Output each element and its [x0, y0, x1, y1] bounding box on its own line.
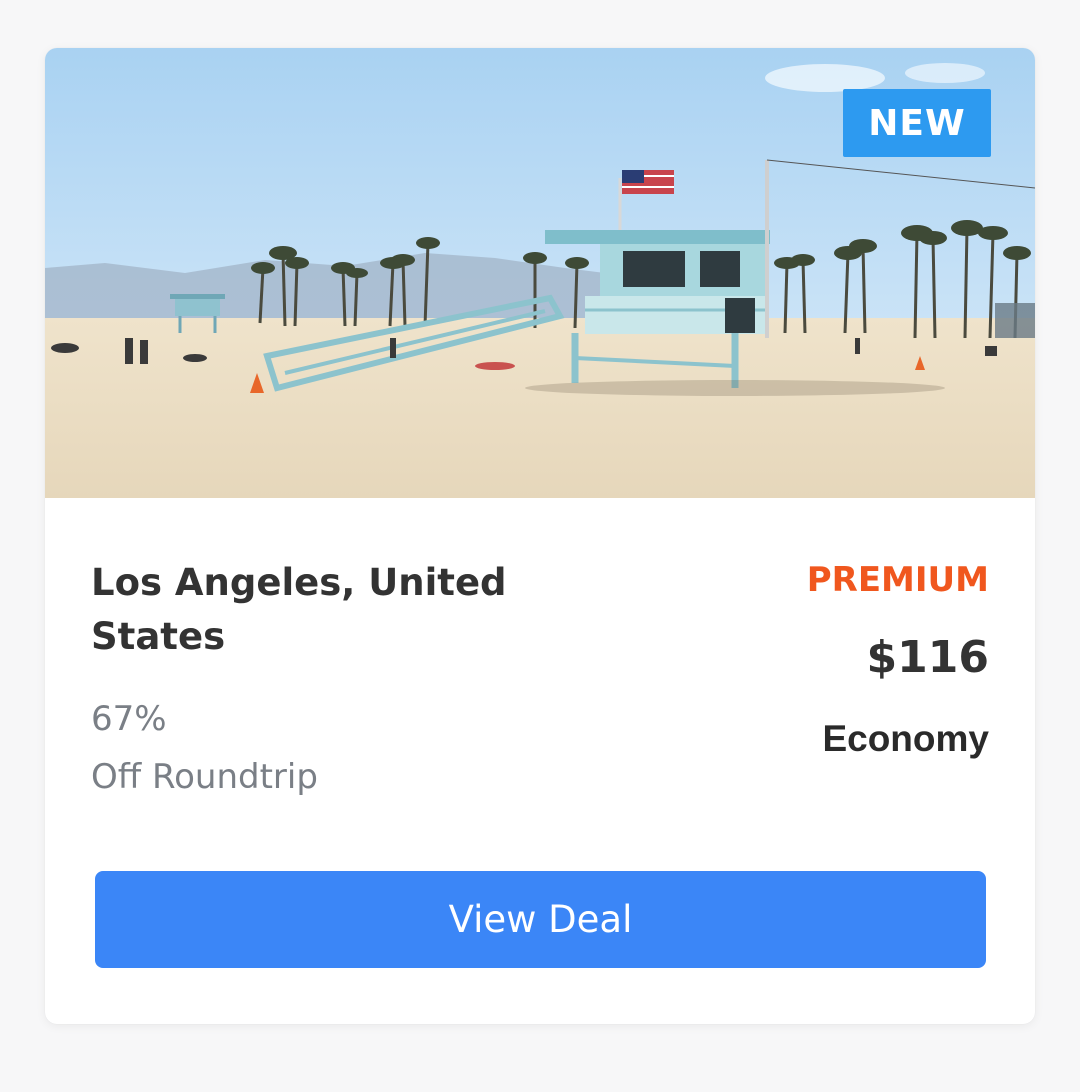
new-badge: NEW — [843, 89, 991, 157]
discount-label: Off Roundtrip — [91, 757, 318, 797]
discount-info: 67% Off Roundtrip — [91, 690, 318, 806]
price-value: $116 — [866, 632, 989, 683]
tier-label: PREMIUM — [806, 560, 989, 600]
destination-title: Los Angeles, United States — [91, 561, 507, 658]
discount-percent: 67% — [91, 699, 167, 739]
view-deal-button[interactable]: View Deal — [95, 871, 986, 968]
deal-card[interactable]: NEW Los Angeles, United States 67% Off R… — [45, 48, 1035, 1024]
cabin-class: Economy — [822, 718, 989, 759]
destination-photo: NEW — [45, 48, 1035, 498]
